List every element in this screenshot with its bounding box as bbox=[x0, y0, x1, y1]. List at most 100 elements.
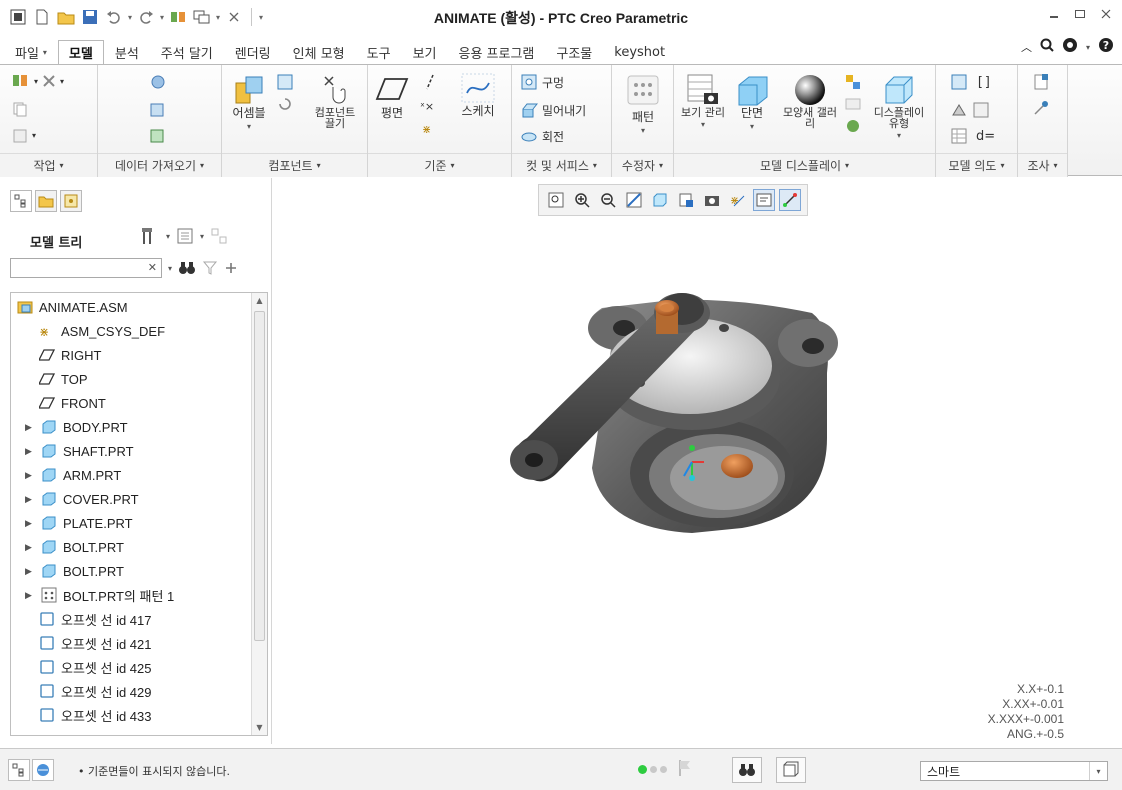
show-navigator-button[interactable] bbox=[8, 759, 30, 781]
expand-arrow-icon[interactable]: ▶ bbox=[25, 590, 35, 601]
favorites-tab[interactable] bbox=[60, 190, 82, 212]
csys-icon[interactable]: ⋇ bbox=[420, 119, 440, 137]
open-folder-icon[interactable] bbox=[56, 7, 76, 27]
tab-tools[interactable]: 도구 bbox=[356, 40, 402, 64]
folder-browser-tab[interactable] bbox=[35, 190, 57, 212]
graphics-window[interactable]: ⋇ X.X+-0.1 X.XX+-0.01 X.XXX+-0.001 ANG.+… bbox=[272, 178, 1122, 744]
shaft-part[interactable] bbox=[655, 300, 679, 334]
collapse-ribbon-icon[interactable]: ︿ bbox=[1021, 39, 1032, 55]
expand-arrow-icon[interactable]: ▶ bbox=[25, 422, 35, 433]
copy-geometry-button[interactable] bbox=[148, 101, 168, 119]
shrinkwrap-button[interactable] bbox=[148, 127, 168, 145]
regenerate-button[interactable]: ▾ ▾ bbox=[12, 73, 64, 89]
settings-tools-icon[interactable] bbox=[140, 226, 160, 246]
tree-item-part[interactable]: ▶ BODY.PRT bbox=[25, 415, 128, 439]
expand-arrow-icon[interactable]: ▶ bbox=[25, 494, 35, 505]
tab-model[interactable]: 모델 bbox=[57, 40, 104, 64]
group-label-datum[interactable]: 기준 ▾ bbox=[368, 153, 511, 177]
perspective-icon[interactable] bbox=[844, 117, 862, 135]
find-button[interactable] bbox=[732, 757, 762, 783]
model-tree-tab[interactable] bbox=[10, 190, 32, 212]
tab-analysis[interactable]: 분석 bbox=[104, 40, 150, 64]
extrude-button[interactable]: 밀어내기 bbox=[520, 101, 586, 119]
shaft-end[interactable] bbox=[721, 454, 753, 478]
axis-icon[interactable] bbox=[421, 73, 439, 91]
switch-dimensions-button[interactable] bbox=[950, 101, 990, 119]
expand-arrow-icon[interactable]: ▶ bbox=[25, 518, 35, 529]
user-defined-feature-button[interactable] bbox=[148, 73, 168, 91]
create-component-icon[interactable] bbox=[276, 73, 294, 91]
tab-applications[interactable]: 응용 프로그램 bbox=[447, 40, 545, 64]
tree-item-offset-line[interactable]: 오프셋 선 id 425 bbox=[39, 655, 151, 679]
section-button[interactable]: 단면 ▾ bbox=[732, 73, 772, 133]
model-view[interactable] bbox=[272, 178, 1122, 744]
tab-keyshot[interactable]: keyshot bbox=[603, 40, 676, 64]
scene-icon[interactable] bbox=[844, 73, 862, 91]
community-icon[interactable] bbox=[1062, 37, 1078, 57]
chevron-down-icon[interactable]: ▾ bbox=[168, 264, 172, 273]
scroll-down-icon[interactable]: ▼ bbox=[252, 720, 267, 735]
drag-components-button[interactable]: 컴포넌트 끌기 bbox=[308, 73, 362, 129]
expand-arrow-icon[interactable]: ▶ bbox=[25, 566, 35, 577]
display-style-button[interactable]: 디스플레이 유형 ▾ bbox=[868, 73, 930, 142]
sketch-button[interactable]: 스케치 bbox=[452, 73, 504, 118]
assemble-button[interactable]: 어셈블 ▾ bbox=[228, 73, 270, 133]
regenerate-icon[interactable] bbox=[168, 7, 188, 27]
group-label-get-data[interactable]: 데이터 가져오기 ▾ bbox=[98, 153, 221, 177]
tab-framework[interactable]: 구조물 bbox=[545, 40, 603, 64]
redo-dropdown-icon[interactable]: ▾ bbox=[160, 13, 164, 22]
tree-item-top[interactable]: TOP bbox=[39, 367, 88, 391]
add-icon[interactable] bbox=[224, 261, 238, 275]
layer-icon[interactable] bbox=[844, 97, 862, 111]
group-label-investigate[interactable]: 조사 ▾ bbox=[1018, 153, 1067, 177]
tree-item-offset-line[interactable]: 오프셋 선 id 421 bbox=[39, 631, 151, 655]
close-window-icon[interactable] bbox=[224, 7, 244, 27]
expand-arrow-icon[interactable]: ▶ bbox=[25, 446, 35, 457]
tree-item-pattern[interactable]: ▶ BOLT.PRT의 패턴 1 bbox=[25, 583, 174, 607]
tree-columns-icon[interactable] bbox=[210, 227, 228, 245]
tree-item-offset-line[interactable]: 오프셋 선 id 429 bbox=[39, 679, 151, 703]
group-label-operations[interactable]: 작업 ▾ bbox=[0, 153, 97, 177]
pattern-button[interactable]: 패턴 ▾ bbox=[620, 75, 666, 137]
redo-icon[interactable] bbox=[136, 7, 156, 27]
group-label-model-intent[interactable]: 모델 의도 ▾ bbox=[936, 153, 1017, 177]
selection-filter-dropdown[interactable]: 스마트 ▾ bbox=[920, 761, 1108, 781]
tree-item-csys[interactable]: ⋇ ASM_CSYS_DEF bbox=[39, 319, 165, 343]
family-table-button[interactable]: [] bbox=[950, 73, 992, 91]
group-label-cut-surface[interactable]: 컷 및 서피스 ▾ bbox=[512, 153, 611, 177]
new-file-icon[interactable] bbox=[32, 7, 52, 27]
maximize-icon[interactable] bbox=[1074, 7, 1086, 21]
binoculars-icon[interactable] bbox=[178, 260, 196, 276]
tree-item-part[interactable]: ▶ COVER.PRT bbox=[25, 487, 139, 511]
minimize-icon[interactable] bbox=[1048, 7, 1060, 21]
reference-viewer-button[interactable] bbox=[1032, 99, 1050, 117]
windows-dropdown-icon[interactable]: ▾ bbox=[216, 13, 220, 22]
group-label-component[interactable]: 컴포넌트 ▾ bbox=[222, 153, 367, 177]
copy-button[interactable] bbox=[12, 101, 28, 117]
clear-search-icon[interactable]: ✕ bbox=[148, 261, 157, 274]
show-browser-button[interactable] bbox=[32, 759, 54, 781]
customize-toolbar-icon[interactable]: ▾ bbox=[259, 13, 263, 22]
scroll-up-icon[interactable]: ▲ bbox=[252, 293, 267, 308]
undo-dropdown-icon[interactable]: ▾ bbox=[128, 13, 132, 22]
help-icon[interactable]: ? bbox=[1098, 37, 1114, 57]
group-label-modifiers[interactable]: 수정자 ▾ bbox=[612, 153, 673, 177]
tab-render[interactable]: 렌더링 bbox=[224, 40, 282, 64]
expand-arrow-icon[interactable]: ▶ bbox=[25, 542, 35, 553]
select-box-button[interactable] bbox=[776, 757, 806, 783]
search-icon[interactable] bbox=[1040, 38, 1054, 56]
relations-button[interactable]: d= bbox=[950, 127, 995, 145]
show-icon[interactable] bbox=[176, 227, 194, 245]
flag-icon[interactable] bbox=[678, 759, 692, 780]
scrollbar-thumb[interactable] bbox=[254, 311, 265, 641]
save-icon[interactable] bbox=[80, 7, 100, 27]
tab-annotate[interactable]: 주석 달기 bbox=[150, 40, 224, 64]
tab-view[interactable]: 보기 bbox=[402, 40, 448, 64]
view-manager-button[interactable]: 보기 관리 ▾ bbox=[680, 73, 726, 131]
tree-item-offset-line[interactable]: 오프셋 선 id 433 bbox=[39, 703, 151, 727]
tree-item-part[interactable]: ▶ PLATE.PRT bbox=[25, 511, 133, 535]
tree-item-right[interactable]: RIGHT bbox=[39, 343, 101, 367]
chevron-down-icon[interactable]: ▾ bbox=[166, 232, 170, 241]
point-icon[interactable]: ˣ× bbox=[418, 96, 442, 114]
hole-button[interactable]: 구멍 bbox=[520, 73, 564, 91]
